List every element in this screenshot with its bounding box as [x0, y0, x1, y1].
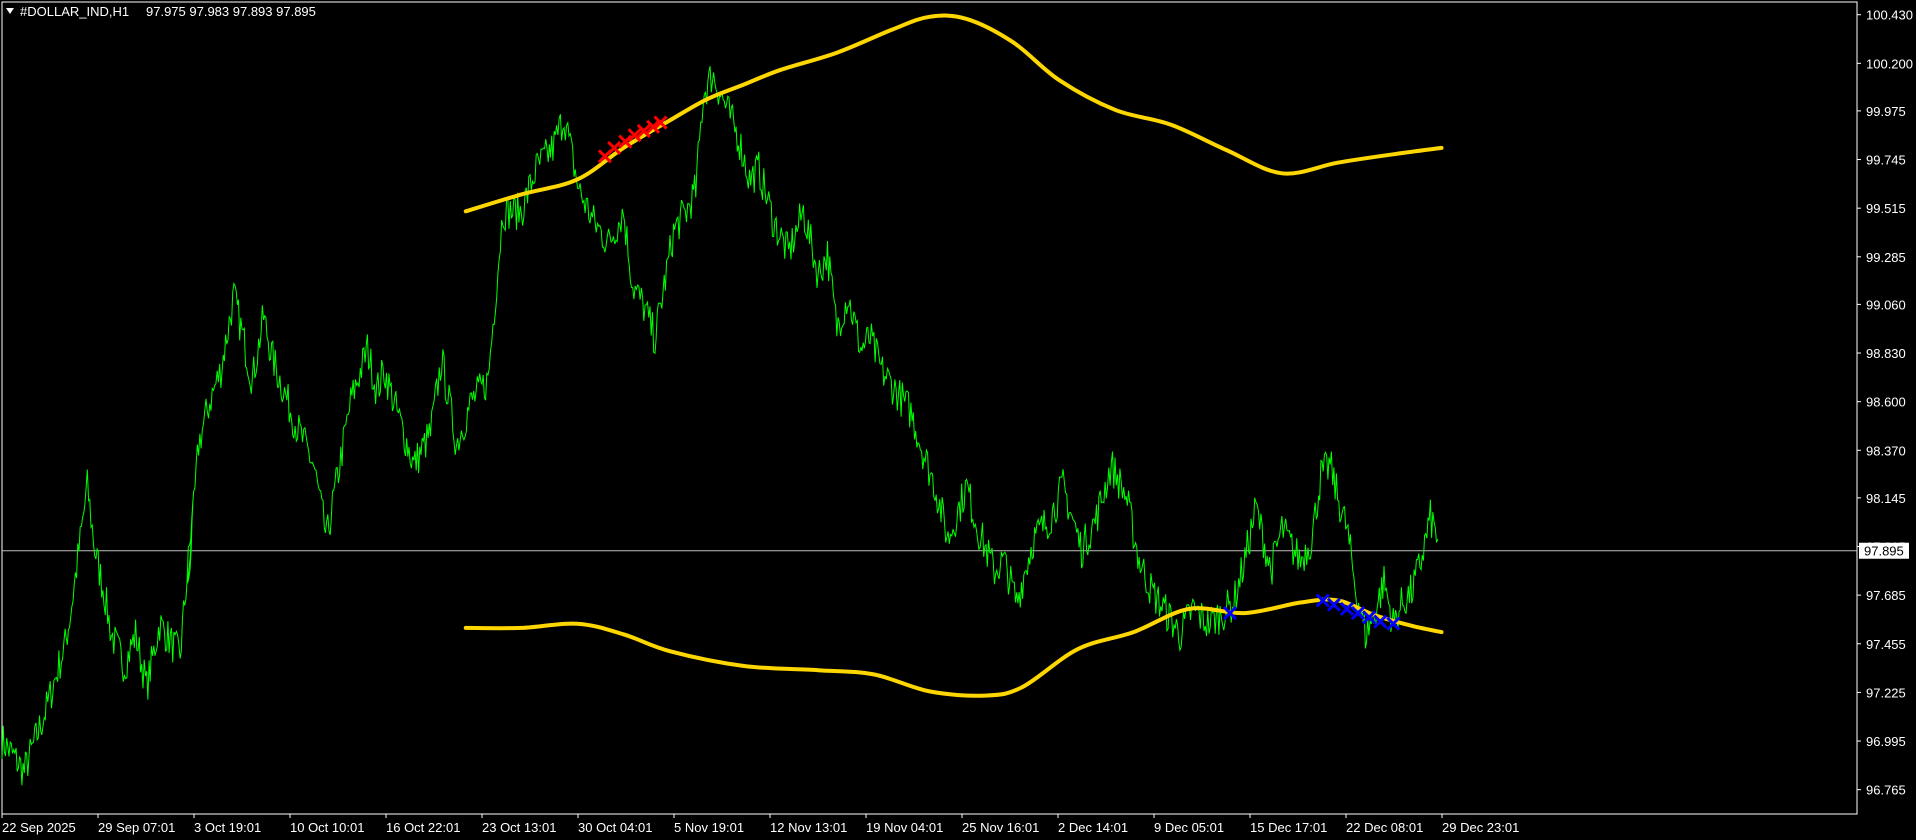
symbol-label: #DOLLAR_IND,H1 [20, 4, 129, 19]
y-tick-label: 97.455 [1866, 637, 1906, 652]
x-tick-label: 3 Oct 19:01 [194, 820, 261, 835]
y-tick-label: 99.285 [1866, 250, 1906, 265]
x-tick-label: 2 Dec 14:01 [1058, 820, 1128, 835]
x-tick-label: 19 Nov 04:01 [866, 820, 943, 835]
x-tick-label: 25 Nov 16:01 [962, 820, 1039, 835]
ohlc-label: 97.975 97.983 97.893 97.895 [146, 4, 316, 19]
y-tick-label: 98.830 [1866, 346, 1906, 361]
chart-background [0, 0, 1916, 840]
y-tick-label: 100.200 [1866, 56, 1913, 71]
y-tick-label: 99.060 [1866, 297, 1906, 312]
x-tick-label: 22 Dec 08:01 [1346, 820, 1423, 835]
x-tick-label: 9 Dec 05:01 [1154, 820, 1224, 835]
x-tick-label: 10 Oct 10:01 [290, 820, 364, 835]
y-tick-label: 96.995 [1866, 734, 1906, 749]
x-tick-label: 23 Oct 13:01 [482, 820, 556, 835]
x-tick-label: 29 Dec 23:01 [1442, 820, 1519, 835]
x-tick-label: 22 Sep 2025 [2, 820, 76, 835]
x-tick-label: 5 Nov 19:01 [674, 820, 744, 835]
y-tick-label: 99.745 [1866, 153, 1906, 168]
y-tick-label: 99.515 [1866, 201, 1906, 216]
current-price-label: 97.895 [1864, 544, 1904, 559]
y-tick-label: 98.600 [1866, 395, 1906, 410]
x-tick-label: 29 Sep 07:01 [98, 820, 175, 835]
x-tick-label: 15 Dec 17:01 [1250, 820, 1327, 835]
y-tick-label: 97.685 [1866, 588, 1906, 603]
y-tick-label: 96.765 [1866, 783, 1906, 798]
x-tick-label: 16 Oct 22:01 [386, 820, 460, 835]
y-tick-label: 100.430 [1866, 8, 1913, 23]
x-tick-label: 12 Nov 13:01 [770, 820, 847, 835]
y-tick-label: 99.975 [1866, 104, 1906, 119]
y-tick-label: 98.370 [1866, 443, 1906, 458]
y-tick-label: 98.145 [1866, 491, 1906, 506]
x-tick-label: 30 Oct 04:01 [578, 820, 652, 835]
price-chart[interactable]: 100.430 100.200 99.975 99.745 99.515 99.285 99… [0, 0, 1916, 840]
y-tick-label: 97.225 [1866, 685, 1906, 700]
